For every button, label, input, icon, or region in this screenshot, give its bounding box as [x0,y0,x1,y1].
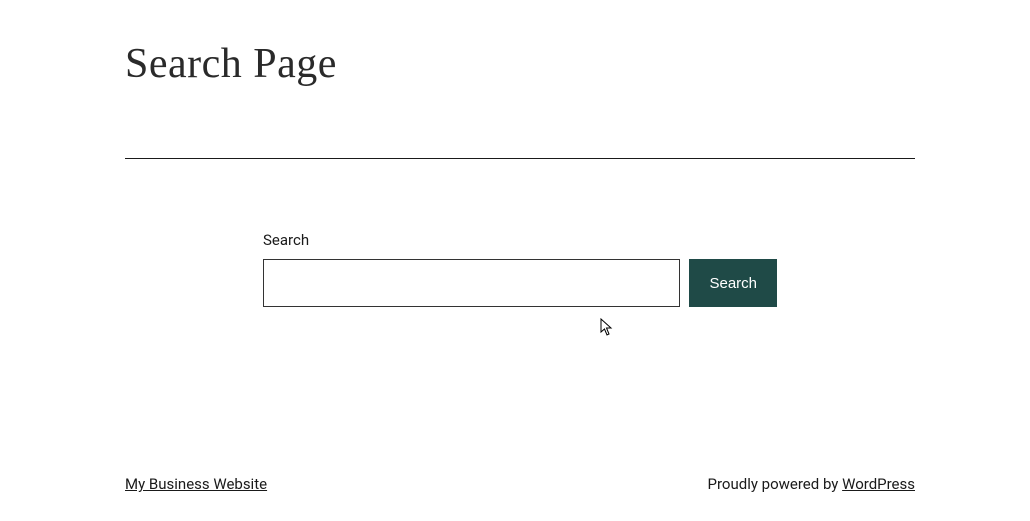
footer: My Business Website Proudly powered by W… [125,475,915,493]
powered-by-text: Proudly powered by [708,475,843,493]
cursor-icon [600,318,614,336]
search-section: Search Search [125,231,915,307]
site-link[interactable]: My Business Website [125,475,267,493]
search-button[interactable]: Search [689,259,777,307]
wordpress-link[interactable]: WordPress [842,475,915,493]
search-label: Search [263,231,777,249]
search-input[interactable] [263,259,680,307]
divider [125,158,915,159]
page-title: Search Page [125,40,915,88]
